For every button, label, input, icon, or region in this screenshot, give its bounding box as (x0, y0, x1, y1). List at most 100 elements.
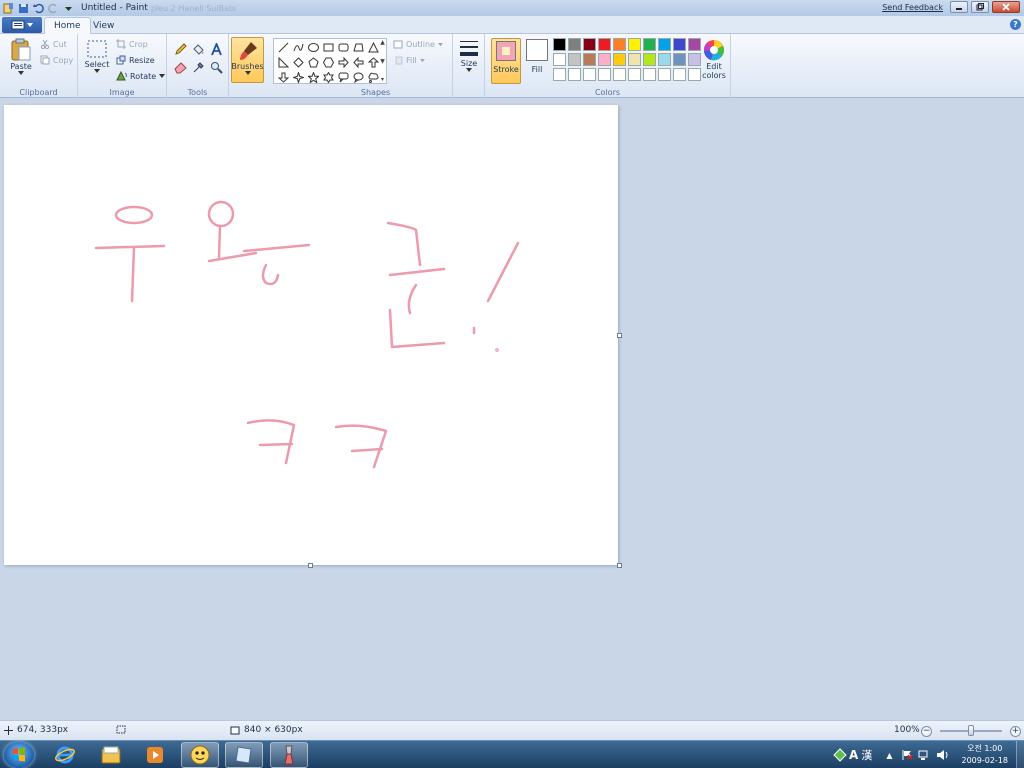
more-shapes-icon[interactable]: ▾ (381, 76, 384, 83)
color-picker-tool[interactable] (190, 59, 206, 75)
color-swatch[interactable] (658, 38, 671, 51)
color-swatch[interactable] (658, 68, 671, 81)
color-swatch[interactable] (583, 53, 596, 66)
clock[interactable]: 오전 1:00 2009-02-18 (954, 743, 1017, 767)
copy-button[interactable]: Copy (40, 55, 73, 65)
color-swatch[interactable] (598, 68, 611, 81)
paste-button[interactable]: Paste (6, 38, 36, 76)
color-swatch[interactable] (628, 38, 641, 51)
volume-icon[interactable] (936, 749, 950, 761)
color-swatch[interactable] (568, 38, 581, 51)
show-hidden-icons-icon[interactable]: ▲ (886, 751, 892, 760)
restore-button[interactable] (971, 1, 989, 13)
zoom-slider-thumb[interactable] (968, 725, 974, 736)
color-swatch[interactable] (673, 53, 686, 66)
text-tool[interactable] (208, 41, 224, 57)
ime-mode-indicator[interactable]: A (849, 748, 858, 762)
color-swatch[interactable] (553, 53, 566, 66)
color-swatch[interactable] (598, 53, 611, 66)
scroll-up-icon[interactable]: ▲ (380, 39, 385, 46)
undo-icon[interactable] (32, 2, 45, 15)
color-swatch[interactable] (568, 53, 581, 66)
save-icon[interactable] (17, 2, 30, 15)
down-arrow-shape[interactable] (276, 70, 290, 84)
taskbar-messenger[interactable] (181, 742, 219, 768)
line-shape[interactable] (276, 40, 290, 54)
color-swatch[interactable] (583, 38, 596, 51)
paint-app-icon[interactable] (2, 2, 15, 15)
oval-callout-shape[interactable] (351, 70, 365, 84)
rotate-button[interactable]: Rotate (116, 71, 166, 81)
diamond-shape[interactable] (291, 55, 305, 69)
color-swatch[interactable] (553, 38, 566, 51)
send-feedback-link[interactable]: Send Feedback (882, 3, 943, 12)
right-arrow-shape[interactable] (336, 55, 350, 69)
color-swatch[interactable] (613, 38, 626, 51)
application-menu-button[interactable] (2, 17, 42, 33)
rounded-rectangle-shape[interactable] (336, 40, 350, 54)
hexagon-shape[interactable] (321, 55, 335, 69)
start-button[interactable] (4, 742, 34, 768)
fill-tool[interactable] (190, 41, 206, 57)
color-swatch[interactable] (643, 68, 656, 81)
size-button[interactable]: Size (456, 39, 482, 73)
stroke-color-button[interactable]: Stroke (491, 38, 521, 84)
resize-handle-right[interactable] (617, 333, 622, 338)
network-icon[interactable] (918, 749, 931, 761)
edit-colors-button[interactable]: Edit colors (700, 39, 728, 80)
color-swatch[interactable] (643, 53, 656, 66)
customize-qat-icon[interactable] (62, 2, 75, 15)
color-swatch[interactable] (613, 68, 626, 81)
left-arrow-shape[interactable] (351, 55, 365, 69)
redo-icon[interactable] (47, 2, 60, 15)
pentagon-shape[interactable] (306, 55, 320, 69)
color-swatch[interactable] (658, 53, 671, 66)
curve-shape[interactable] (291, 40, 305, 54)
language-bar-icon[interactable] (833, 748, 847, 762)
color-swatch[interactable] (583, 68, 596, 81)
scroll-down-icon[interactable]: ▼ (380, 58, 385, 65)
taskbar-internet-explorer[interactable] (46, 742, 84, 768)
minimize-button[interactable] (950, 1, 968, 13)
four-point-star-shape[interactable] (291, 70, 305, 84)
right-triangle-shape[interactable] (276, 55, 290, 69)
show-desktop-button[interactable] (1016, 741, 1024, 768)
outline-button[interactable]: Outline (393, 40, 443, 49)
tab-view[interactable]: View (84, 17, 123, 34)
close-button[interactable] (992, 1, 1020, 13)
zoom-in-button[interactable]: + (1010, 726, 1021, 737)
pencil-tool[interactable] (172, 41, 188, 57)
color-swatch[interactable] (613, 53, 626, 66)
fill-color-button[interactable]: Fill (523, 38, 551, 74)
color-swatch[interactable] (568, 68, 581, 81)
cut-button[interactable]: Cut (40, 39, 67, 49)
resize-handle-corner[interactable] (617, 563, 622, 568)
rectangle-shape[interactable] (321, 40, 335, 54)
magnifier-tool[interactable] (208, 59, 224, 75)
select-button[interactable]: Select (84, 38, 110, 74)
polygon-shape[interactable] (351, 40, 365, 54)
color-swatch[interactable] (673, 38, 686, 51)
help-icon[interactable]: ? (1010, 19, 1021, 30)
brushes-button[interactable]: Brushes (231, 37, 264, 83)
color-swatch[interactable] (628, 53, 641, 66)
color-swatch[interactable] (553, 68, 566, 81)
ime-hanja-indicator[interactable]: 漢 (861, 747, 872, 763)
rounded-callout-shape[interactable] (336, 70, 350, 84)
eraser-tool[interactable] (172, 59, 188, 75)
resize-button[interactable]: Resize (116, 55, 155, 65)
resize-handle-bottom[interactable] (308, 563, 313, 568)
crop-button[interactable]: Crop (116, 39, 148, 49)
zoom-out-button[interactable]: − (921, 726, 932, 737)
color-swatch[interactable] (628, 68, 641, 81)
color-swatch[interactable] (673, 68, 686, 81)
color-swatch[interactable] (643, 38, 656, 51)
six-point-star-shape[interactable] (321, 70, 335, 84)
action-center-flag-icon[interactable] (901, 749, 913, 761)
taskbar-notes[interactable] (225, 742, 263, 768)
shapes-scroll[interactable]: ▲ ▼ ▾ (378, 39, 387, 83)
five-point-star-shape[interactable] (306, 70, 320, 84)
color-swatch[interactable] (598, 38, 611, 51)
taskbar-paint[interactable] (270, 742, 308, 768)
oval-shape[interactable] (306, 40, 320, 54)
